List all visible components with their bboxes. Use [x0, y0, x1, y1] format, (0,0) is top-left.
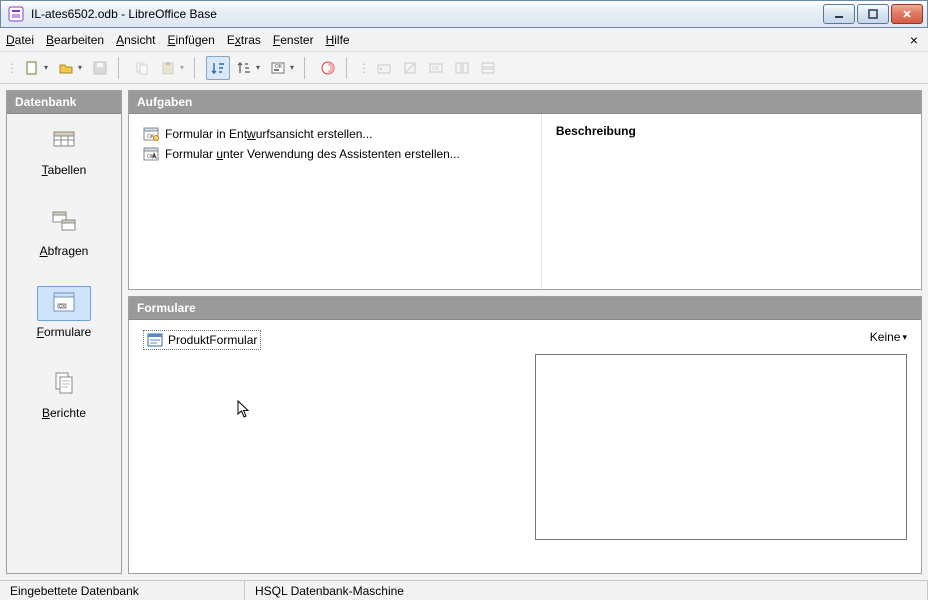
- task-create-form-wizard[interactable]: OK Formular unter Verwendung des Assiste…: [143, 144, 527, 164]
- form-item-produktformular[interactable]: ProduktFormular: [143, 330, 261, 350]
- svg-text:OK: OK: [59, 304, 66, 309]
- menu-window-rest: enster: [280, 33, 313, 47]
- tool-e-button[interactable]: [476, 56, 500, 80]
- menu-help[interactable]: Hilfe: [326, 33, 350, 47]
- open-dropdown-icon[interactable]: ▾: [78, 63, 86, 72]
- database-items: Tabellen Abfragen OK Formulare Berichte: [7, 114, 121, 573]
- tasks-list: OK Formular in Entwurfsansicht erstellen…: [129, 114, 541, 289]
- form-preview-box: [535, 354, 907, 540]
- reports-icon: [37, 367, 91, 402]
- forms-view-menu[interactable]: Keine ▾: [870, 330, 907, 344]
- form-wizard-icon: OK: [143, 146, 159, 162]
- sidebar-item-label: Abfragen: [40, 244, 89, 258]
- database-panel-title: Datenbank: [7, 91, 121, 114]
- toolbar-separator: [194, 57, 200, 79]
- tool-a-button[interactable]: [372, 56, 396, 80]
- task-create-form-design[interactable]: OK Formular in Entwurfsansicht erstellen…: [143, 124, 527, 144]
- tasks-description: Beschreibung: [541, 114, 921, 289]
- window-title: IL-ates6502.odb - LibreOffice Base: [31, 7, 217, 21]
- database-panel: Datenbank Tabellen Abfragen OK Formulare: [6, 90, 122, 574]
- sidebar-item-tables[interactable]: Tabellen: [37, 124, 91, 177]
- svg-text:OK: OK: [275, 64, 283, 70]
- task-label: Formular unter Verwendung des Assistente…: [165, 147, 460, 161]
- form-item-label: ProduktFormular: [168, 333, 257, 347]
- forms-section: Formulare ProduktFormular Keine ▾: [128, 296, 922, 574]
- tasks-section-title: Aufgaben: [129, 91, 921, 114]
- menu-view[interactable]: Ansicht: [116, 33, 155, 47]
- task-label: Formular in Entwurfsansicht erstellen...: [165, 127, 372, 141]
- form-dropdown-icon[interactable]: ▾: [290, 63, 298, 72]
- chevron-down-icon: ▾: [902, 332, 907, 343]
- forms-list-area: ProduktFormular Keine ▾: [129, 320, 921, 573]
- form-button[interactable]: OK: [266, 56, 290, 80]
- tool-c-button[interactable]: OK: [424, 56, 448, 80]
- sidebar-item-reports[interactable]: Berichte: [37, 367, 91, 420]
- svg-text:OK: OK: [432, 66, 440, 72]
- open-button[interactable]: [54, 56, 78, 80]
- status-bar: Eingebettete Datenbank HSQL Datenbank-Ma…: [0, 580, 928, 600]
- toolbar-grip: ⋮: [358, 61, 370, 75]
- sidebar-item-queries[interactable]: Abfragen: [37, 205, 91, 258]
- description-title: Beschreibung: [556, 124, 907, 138]
- copy-button[interactable]: [130, 56, 154, 80]
- forms-icon: OK: [37, 286, 91, 321]
- main-area: Aufgaben OK Formular in Entwurfsansicht …: [128, 90, 922, 574]
- cursor-icon: [237, 400, 251, 418]
- document-close-icon[interactable]: ×: [910, 32, 918, 48]
- menu-extras[interactable]: Extras: [227, 33, 261, 47]
- form-item-icon: [147, 332, 163, 348]
- window-controls: [823, 4, 923, 24]
- menu-window[interactable]: Fenster: [273, 33, 314, 47]
- menu-help-rest: ilfe: [334, 33, 349, 47]
- toolbar-separator: [304, 57, 310, 79]
- minimize-button[interactable]: [823, 4, 855, 24]
- tasks-body: OK Formular in Entwurfsansicht erstellen…: [129, 114, 921, 289]
- toolbar: ⋮ ▾ ▾ ▾ ▾ OK ▾ ⋮ OK: [0, 52, 928, 84]
- form-design-icon: OK: [143, 126, 159, 142]
- status-db-engine: HSQL Datenbank-Maschine: [245, 581, 928, 600]
- tables-icon: [37, 124, 91, 159]
- status-db-type: Eingebettete Datenbank: [0, 581, 245, 600]
- queries-icon: [37, 205, 91, 240]
- title-bar: IL-ates6502.odb - LibreOffice Base: [0, 0, 928, 28]
- maximize-button[interactable]: [857, 4, 889, 24]
- menu-file-rest: atei: [15, 33, 34, 47]
- menu-bar: Datei Bearbeiten Ansicht Einfügen Extras…: [0, 28, 928, 52]
- toolbar-separator: [118, 57, 124, 79]
- workspace: Datenbank Tabellen Abfragen OK Formulare: [0, 84, 928, 580]
- sort-asc-button[interactable]: [206, 56, 230, 80]
- forms-section-title: Formulare: [129, 297, 921, 320]
- sidebar-item-forms[interactable]: OK Formulare: [37, 286, 92, 339]
- new-dropdown-icon[interactable]: ▾: [44, 63, 52, 72]
- help-button[interactable]: [316, 56, 340, 80]
- tool-b-button[interactable]: [398, 56, 422, 80]
- tool-d-button[interactable]: [450, 56, 474, 80]
- menu-edit[interactable]: Bearbeiten: [46, 33, 104, 47]
- menu-insert[interactable]: Einfügen: [167, 33, 214, 47]
- menu-file[interactable]: Datei: [6, 33, 34, 47]
- tasks-section: Aufgaben OK Formular in Entwurfsansicht …: [128, 90, 922, 290]
- forms-view-label: Keine: [870, 330, 901, 344]
- menu-edit-rest: earbeiten: [54, 33, 104, 47]
- forms-body-wrap: ProduktFormular Keine ▾: [129, 320, 921, 573]
- sidebar-item-label: Tabellen: [42, 163, 87, 177]
- new-button[interactable]: [20, 56, 44, 80]
- save-button[interactable]: [88, 56, 112, 80]
- sidebar-item-label: Formulare: [37, 325, 92, 339]
- menu-view-rest: nsicht: [124, 33, 155, 47]
- toolbar-grip: ⋮: [6, 61, 18, 75]
- toolbar-separator: [346, 57, 352, 79]
- paste-dropdown-icon[interactable]: ▾: [180, 63, 188, 72]
- app-icon: [7, 5, 25, 23]
- menu-insert-rest: infügen: [175, 33, 214, 47]
- sort-desc-button[interactable]: [232, 56, 256, 80]
- close-button[interactable]: [891, 4, 923, 24]
- sort-dropdown-icon[interactable]: ▾: [256, 63, 264, 72]
- sidebar-item-label: Berichte: [42, 406, 86, 420]
- paste-button[interactable]: [156, 56, 180, 80]
- menu-extras-rest: tras: [241, 33, 261, 47]
